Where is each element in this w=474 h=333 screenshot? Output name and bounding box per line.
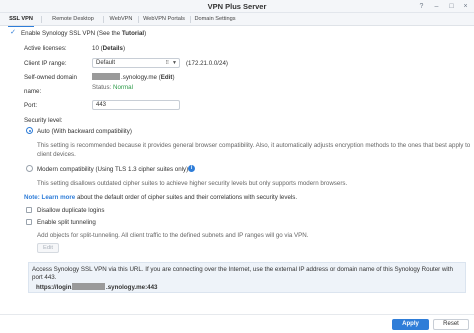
apply-button[interactable]: Apply bbox=[392, 319, 429, 330]
auto-compatibility-radio[interactable] bbox=[26, 127, 33, 134]
auto-compatibility-label: Auto (With backward compatibility) bbox=[37, 128, 132, 135]
tab-remote-desktop[interactable]: Remote Desktop bbox=[46, 13, 100, 26]
access-url-notice: Access Synology SSL VPN via this URL. If… bbox=[28, 262, 466, 293]
cipher-note: Note: Learn more about the default order… bbox=[24, 194, 298, 201]
split-tunneling-desc: Add objects for split-tunneling. All cli… bbox=[37, 232, 309, 239]
active-licenses-label: Active licenses: bbox=[24, 45, 67, 52]
domain-status: Status: Normal bbox=[92, 84, 133, 91]
access-notice-line-1: Access Synology SSL VPN via this URL. If… bbox=[32, 266, 453, 273]
modern-compatibility-radio[interactable] bbox=[26, 165, 33, 172]
note-prefix: Note: bbox=[24, 194, 40, 201]
client-ip-range-cidr: (172.21.0.0/24) bbox=[186, 60, 228, 67]
tab-separator bbox=[41, 16, 42, 23]
enable-ssl-vpn-label: Enable Synology SSL VPN (See the Tutoria… bbox=[21, 30, 147, 37]
disallow-duplicate-logins-label: Disallow duplicate logins bbox=[37, 207, 105, 214]
client-ip-range-value: Default bbox=[96, 60, 116, 66]
access-url-suffix: .synology.me:443 bbox=[106, 284, 158, 291]
access-notice-line-2: port 443. bbox=[32, 274, 57, 281]
help-icon[interactable]: ? bbox=[418, 3, 425, 10]
modern-compatibility-label: Modern compatibility (Using TLS 1.3 ciph… bbox=[37, 166, 189, 173]
self-owned-domain-label: Self-owned domain bbox=[24, 74, 77, 81]
maximize-icon[interactable]: □ bbox=[448, 3, 455, 10]
client-ip-range-label: Client IP range: bbox=[24, 60, 67, 67]
footer-bar: Apply Reset bbox=[0, 314, 474, 333]
disallow-duplicate-logins-checkbox[interactable] bbox=[26, 207, 32, 213]
port-label: Port: bbox=[24, 102, 38, 109]
tutorial-link[interactable]: Tutorial bbox=[122, 30, 144, 37]
access-url-prefix: https://login. bbox=[36, 284, 74, 291]
domain-edit-link[interactable]: Edit bbox=[161, 74, 173, 81]
active-licenses-value: 10 (Details) bbox=[92, 45, 126, 52]
minimize-icon[interactable]: – bbox=[433, 3, 440, 10]
auto-compatibility-desc-2: client devices. bbox=[37, 151, 76, 158]
domain-status-value: Normal bbox=[113, 84, 133, 91]
redacted-domain bbox=[92, 73, 120, 80]
tab-separator bbox=[138, 16, 139, 23]
domain-value: .synology.me (Edit) bbox=[121, 74, 175, 81]
tab-bar: SSL VPN Remote Desktop WebVPN WebVPN Por… bbox=[0, 13, 474, 27]
tab-separator bbox=[103, 16, 104, 23]
window-title: VPN Plus Server bbox=[207, 2, 267, 11]
details-link[interactable]: Details bbox=[103, 45, 123, 52]
split-tunneling-checkbox[interactable] bbox=[26, 219, 32, 225]
list-icon: ⠿ bbox=[165, 60, 169, 66]
tab-separator bbox=[190, 16, 191, 23]
auto-compatibility-desc: This setting is recommended because it p… bbox=[37, 142, 471, 149]
learn-more-link[interactable]: Learn more bbox=[42, 194, 76, 201]
split-tunneling-edit-button[interactable]: Edit bbox=[37, 243, 59, 253]
enable-ssl-vpn-checkbox[interactable]: ✓ bbox=[10, 29, 16, 36]
tab-ssl-vpn[interactable]: SSL VPN bbox=[6, 13, 36, 27]
port-input[interactable]: 443 bbox=[92, 100, 180, 110]
security-level-label: Security level: bbox=[24, 117, 63, 124]
reset-button[interactable]: Reset bbox=[433, 319, 469, 330]
tab-webvpn-portals[interactable]: WebVPN Portals bbox=[140, 13, 188, 26]
split-tunneling-label: Enable split tunneling bbox=[37, 219, 96, 226]
modern-compatibility-desc: This setting disallows outdated cipher s… bbox=[37, 180, 348, 187]
redacted-url bbox=[72, 283, 105, 290]
tab-domain-settings[interactable]: Domain Settings bbox=[192, 13, 238, 26]
tab-webvpn[interactable]: WebVPN bbox=[106, 13, 136, 26]
close-icon[interactable]: × bbox=[462, 3, 469, 10]
window-titlebar: VPN Plus Server ? – □ × bbox=[0, 0, 474, 13]
info-icon[interactable]: i bbox=[188, 165, 195, 172]
self-owned-domain-label-2: name: bbox=[24, 88, 42, 95]
chevron-down-icon: ▼ bbox=[172, 60, 177, 66]
client-ip-range-select[interactable]: Default ⠿ ▼ bbox=[92, 58, 180, 68]
